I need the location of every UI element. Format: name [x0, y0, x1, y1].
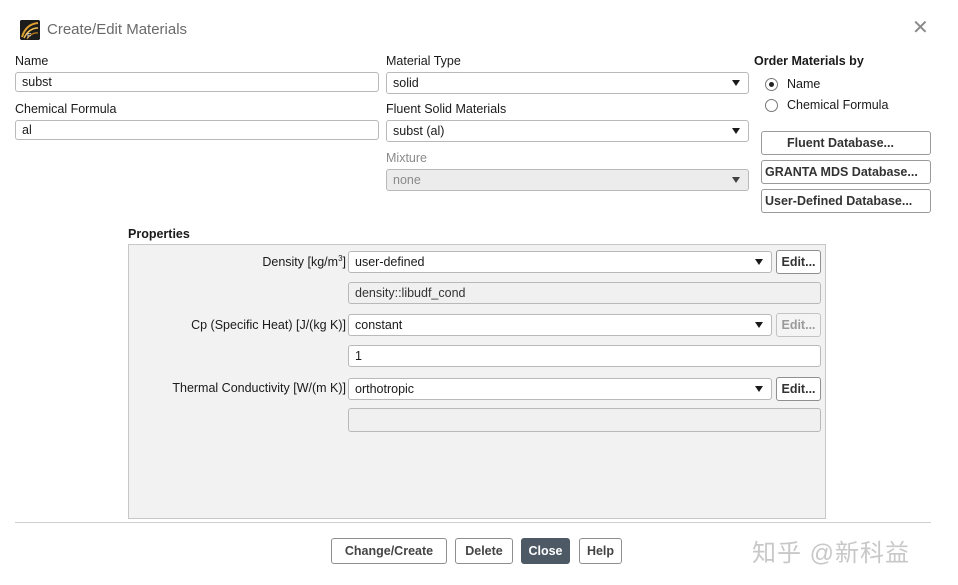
- delete-button[interactable]: Delete: [455, 538, 513, 564]
- cp-method-dropdown[interactable]: constant: [348, 314, 772, 336]
- cp-value-input[interactable]: 1: [348, 345, 821, 367]
- cp-label: Cp (Specific Heat) [J/(kg K)]: [191, 318, 346, 332]
- order-by-name-radio[interactable]: [765, 78, 778, 91]
- chemical-formula-input[interactable]: al: [15, 120, 379, 140]
- density-method-dropdown[interactable]: user-defined: [348, 251, 772, 273]
- fluent-solid-materials-value: subst (al): [393, 124, 445, 138]
- fluent-app-icon: F: [20, 20, 40, 40]
- properties-label: Properties: [128, 227, 190, 241]
- mixture-value: none: [393, 173, 421, 187]
- footer-divider: [15, 522, 931, 523]
- density-label-text: Density [kg/m: [262, 255, 339, 270]
- mixture-label: Mixture: [386, 151, 427, 165]
- density-label: Density [kg/m3]: [129, 254, 346, 269]
- name-label: Name: [15, 54, 49, 68]
- density-label-end: ]: [342, 255, 346, 270]
- material-type-value: solid: [393, 76, 419, 90]
- thermal-conductivity-edit-button[interactable]: Edit...: [776, 377, 821, 401]
- order-by-formula-label: Chemical Formula: [787, 98, 889, 112]
- thermal-conductivity-method-value: orthotropic: [355, 382, 415, 396]
- fluent-solid-materials-dropdown[interactable]: subst (al): [386, 120, 749, 142]
- order-by-name-label: Name: [787, 77, 821, 91]
- order-materials-label: Order Materials by: [754, 54, 864, 68]
- user-defined-database-button[interactable]: User-Defined Database...: [761, 189, 931, 213]
- chevron-down-icon: [755, 386, 763, 392]
- window-title: Create/Edit Materials: [47, 21, 188, 38]
- watermark-text: 知乎 @新科益: [752, 540, 911, 567]
- svg-text:F: F: [27, 33, 31, 40]
- mixture-dropdown: none: [386, 169, 749, 191]
- help-button[interactable]: Help: [579, 538, 622, 564]
- fluent-database-button[interactable]: Fluent Database...: [761, 131, 931, 155]
- density-value-field: density::libudf_cond: [348, 282, 821, 304]
- change-create-button[interactable]: Change/Create: [331, 538, 447, 564]
- close-icon[interactable]: ✕: [912, 18, 929, 38]
- chevron-down-icon: [755, 259, 763, 265]
- chevron-down-icon: [755, 322, 763, 328]
- cp-edit-button: Edit...: [776, 313, 821, 337]
- thermal-conductivity-label: Thermal Conductivity [W/(m K)]: [172, 381, 346, 395]
- chevron-down-icon: [732, 177, 740, 183]
- granta-database-button[interactable]: GRANTA MDS Database...: [761, 160, 931, 184]
- name-input[interactable]: subst: [15, 72, 379, 92]
- close-button[interactable]: Close: [521, 538, 570, 564]
- order-by-formula-radio[interactable]: [765, 99, 778, 112]
- cp-method-value: constant: [355, 318, 403, 332]
- chemical-formula-label: Chemical Formula: [15, 102, 117, 116]
- density-method-value: user-defined: [355, 255, 425, 269]
- fluent-solid-materials-label: Fluent Solid Materials: [386, 102, 507, 116]
- material-type-label: Material Type: [386, 54, 461, 68]
- density-edit-button[interactable]: Edit...: [776, 250, 821, 274]
- material-type-dropdown[interactable]: solid: [386, 72, 749, 94]
- thermal-conductivity-value-field: [348, 408, 821, 432]
- thermal-conductivity-method-dropdown[interactable]: orthotropic: [348, 378, 772, 400]
- chevron-down-icon: [732, 128, 740, 134]
- chevron-down-icon: [732, 80, 740, 86]
